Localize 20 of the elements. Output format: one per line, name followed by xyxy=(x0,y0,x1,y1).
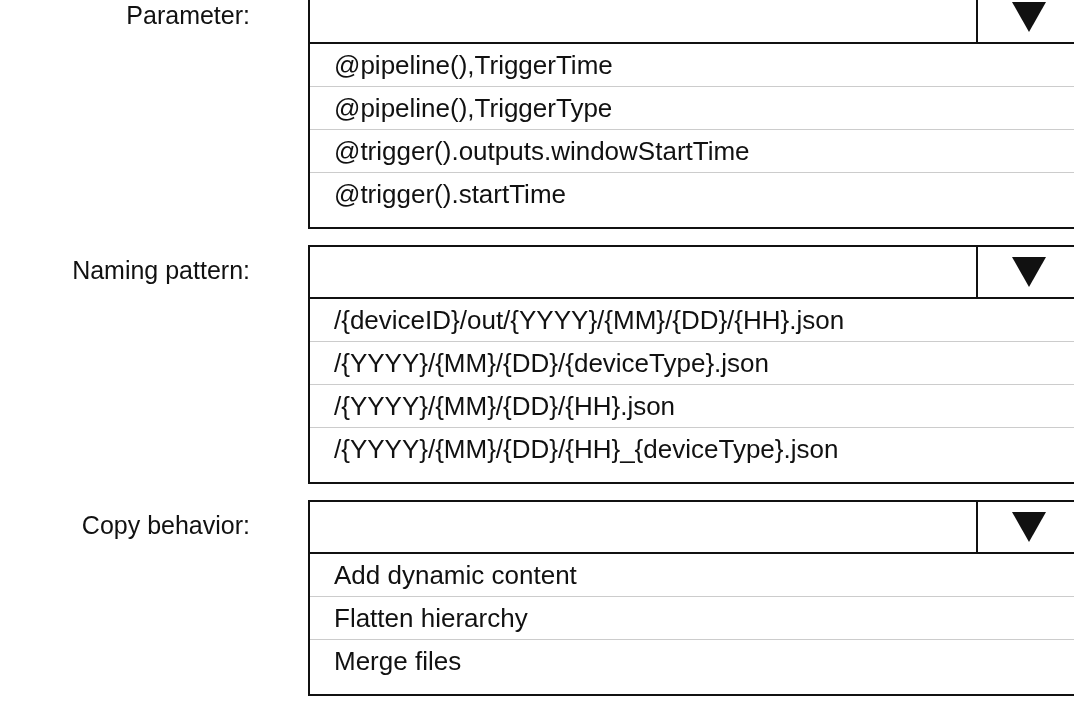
dropdown-option[interactable]: /{YYYY}/{MM}/{DD}/{HH}_{deviceType}.json xyxy=(310,428,1074,470)
dropdown-option[interactable]: /{deviceID}/out/{YYYY}/{MM}/{DD}/{HH}.json xyxy=(310,299,1074,342)
dropdown-select[interactable] xyxy=(310,502,1074,554)
caret-icon xyxy=(1012,512,1046,542)
dropdown-option[interactable]: @trigger().startTime xyxy=(310,173,1074,215)
field-label: Naming pattern: xyxy=(71,255,250,286)
dropdown-option[interactable]: @trigger().outputs.windowStartTime xyxy=(310,130,1074,173)
field-label: Parameter: xyxy=(125,0,250,31)
caret-icon xyxy=(1012,2,1046,32)
dropdown-option[interactable]: @pipeline(),TriggerType xyxy=(310,87,1074,130)
dropdown-select[interactable] xyxy=(310,0,1074,44)
dropdown-option[interactable]: /{YYYY}/{MM}/{DD}/{HH}.json xyxy=(310,385,1074,428)
dropdown-option[interactable]: /{YYYY}/{MM}/{DD}/{deviceType}.json xyxy=(310,342,1074,385)
caret-icon xyxy=(1012,257,1046,287)
dropdown-option[interactable]: Add dynamic content xyxy=(310,554,1074,597)
dropdown-option[interactable]: Flatten hierarchy xyxy=(310,597,1074,640)
dropdown-option[interactable]: Merge files xyxy=(310,640,1074,682)
dropdown-select[interactable] xyxy=(310,247,1074,299)
dropdown-option[interactable]: @pipeline(),TriggerTime xyxy=(310,44,1074,87)
field-label: Copy behavior: xyxy=(80,510,250,541)
